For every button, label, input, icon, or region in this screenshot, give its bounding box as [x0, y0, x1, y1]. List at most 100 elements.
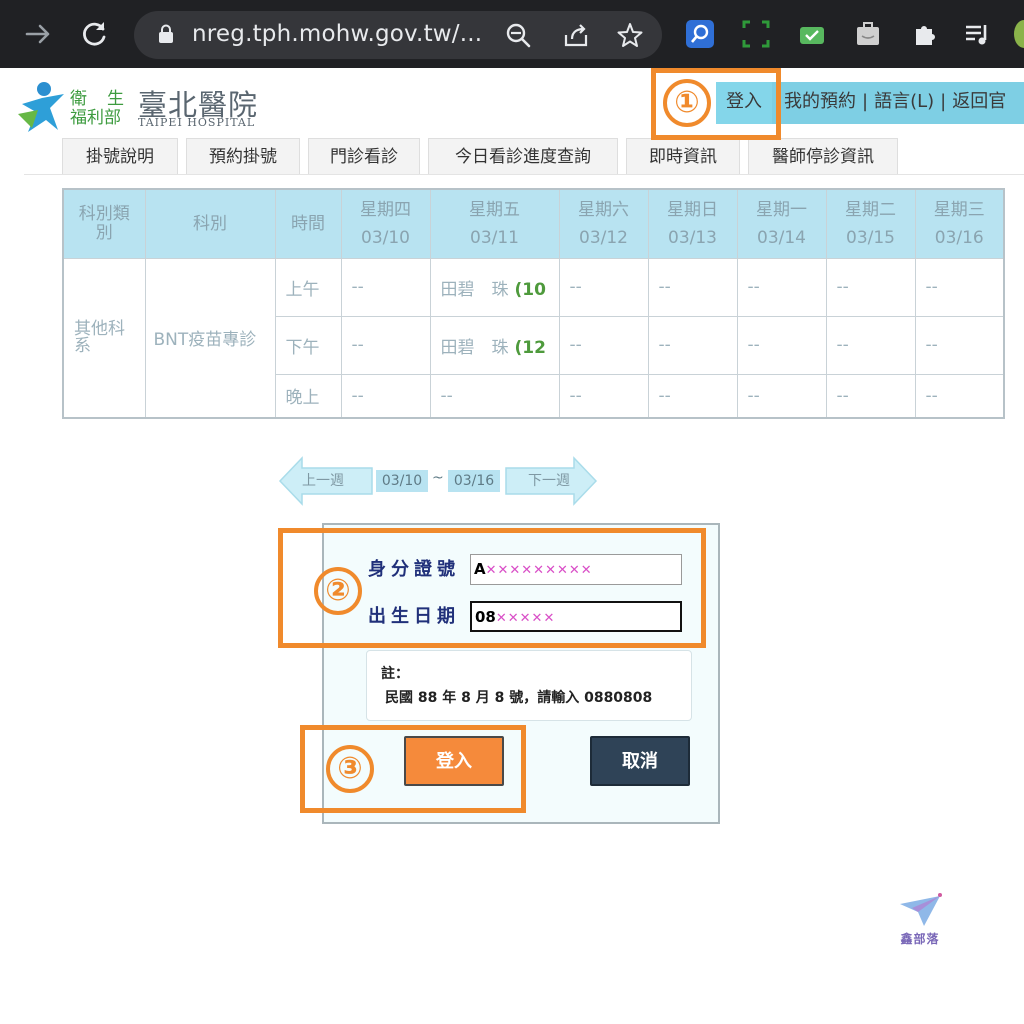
header-day: 星期三 03/16 [914, 188, 1005, 259]
date: 03/14 [757, 227, 806, 248]
date: 03/15 [846, 227, 895, 248]
appointment-number: (10 [514, 279, 546, 300]
weekday: 星期日 [667, 199, 718, 220]
back-official-link[interactable]: 返回官 [952, 91, 1006, 112]
slot-cell: -- [647, 257, 738, 317]
zoom-icon[interactable] [504, 21, 532, 49]
category-cell: 其他科系 [62, 257, 146, 419]
slot-cell: -- [914, 315, 1005, 375]
reload-icon[interactable] [74, 14, 114, 54]
hospital-logo[interactable]: 衛生 福利部 臺北醫院 TAIPEI HOSPITAL [14, 80, 264, 134]
mail-check-extension-icon[interactable] [798, 20, 826, 48]
briefcase-extension-icon[interactable] [854, 20, 882, 48]
time-cell: 晚上 [274, 373, 342, 419]
appointment-number: (12 [514, 337, 546, 358]
annotation-marker-2: ② [314, 567, 362, 615]
header-day: 星期一 03/14 [736, 188, 827, 259]
share-icon[interactable] [562, 21, 590, 49]
next-week-button[interactable]: 下一週 [528, 470, 570, 490]
week-end-date: 03/16 [448, 470, 500, 492]
weekday: 星期一 [756, 199, 807, 220]
department-cell: BNT疫苗專診 [144, 257, 276, 419]
profile-avatar[interactable] [1014, 20, 1024, 48]
week-range-tilde: ~ [432, 470, 444, 486]
slot-cell: -- [340, 257, 431, 317]
search-extension-icon[interactable] [686, 20, 714, 48]
logo-figure-icon [18, 82, 64, 132]
annotation-marker-1: ① [663, 79, 711, 127]
week-start-date: 03/10 [376, 470, 428, 492]
slot-cell: -- [825, 315, 916, 375]
header-divider [24, 174, 1024, 175]
weekday: 星期六 [578, 199, 629, 220]
header-category-text: 科別類別 [78, 203, 130, 243]
tab-registration-info[interactable]: 掛號說明 [62, 138, 178, 174]
date: 03/11 [470, 227, 519, 248]
note-text: 民國 88 年 8 月 8 號，請輸入 0880808 [385, 690, 653, 706]
date: 03/16 [934, 227, 984, 248]
slot-cell: -- [914, 257, 1005, 317]
ministry-line2: 福利部 [70, 108, 121, 128]
puzzle-extensions-icon[interactable] [910, 20, 938, 48]
slot-cell: -- [825, 373, 916, 419]
media-queue-icon[interactable] [964, 20, 992, 48]
slot-cell: -- [558, 257, 649, 317]
slot-cell: -- [340, 315, 431, 375]
tab-appointment[interactable]: 預約掛號 [186, 138, 300, 174]
forward-arrow-icon[interactable] [18, 14, 58, 54]
ministry-line1: 衛生 [70, 89, 144, 109]
screenshot-extension-icon[interactable] [742, 20, 770, 48]
annotation-marker-3: ③ [326, 745, 374, 793]
prev-week-button[interactable]: 上一週 [302, 470, 344, 490]
slot-cell: -- [647, 373, 738, 419]
tab-progress-query[interactable]: 今日看診進度查詢 [428, 138, 618, 174]
date: 03/13 [668, 227, 717, 248]
address-bar[interactable]: nreg.tph.mohw.gov.tw/... [134, 11, 662, 59]
slot-cell: -- [914, 373, 1005, 419]
paper-plane-icon [900, 893, 942, 926]
url-text: nreg.tph.mohw.gov.tw/... [192, 21, 483, 47]
category-text: 其他科系 [74, 318, 125, 356]
schedule-table: 科別類別 科別 時間 星期四 03/10 星期五 03/11 星期六 03/12 星期… [62, 188, 1005, 419]
week-navigator: 上一週 03/10 ~ 03/16 下一週 [278, 456, 598, 506]
header-day: 星期日 03/13 [647, 188, 738, 259]
slot-cell: -- [736, 373, 827, 419]
slot-cell-doctor[interactable]: 田碧 珠 (12 [429, 315, 560, 375]
cancel-button[interactable]: 取消 [590, 736, 690, 786]
weekday: 星期三 [933, 199, 985, 220]
header-time: 時間 [274, 188, 342, 259]
slot-cell: -- [340, 373, 431, 419]
slot-cell: -- [558, 373, 649, 419]
my-booking-link[interactable]: 我的預約 [784, 91, 856, 112]
watermark-logo: 鑫部落 [888, 890, 952, 950]
weekday: 星期二 [845, 199, 896, 220]
slot-cell: -- [825, 257, 916, 317]
time-cell: 下午 [274, 315, 342, 375]
doctor-name[interactable]: 田碧 珠 [441, 338, 509, 358]
slot-cell: -- [736, 257, 827, 317]
slot-cell: -- [558, 315, 649, 375]
slot-cell-doctor[interactable]: 田碧 珠 (10 [429, 257, 560, 317]
hospital-english-name: TAIPEI HOSPITAL [138, 116, 256, 129]
weekday: 星期五 [469, 199, 520, 220]
date: 03/12 [579, 227, 628, 248]
language-link[interactable]: 語言(L) [874, 91, 934, 112]
ministry-name: 衛生 福利部 [70, 90, 144, 128]
header-category: 科別類別 [62, 188, 146, 259]
browser-toolbar: nreg.tph.mohw.gov.tw/... [0, 0, 1024, 68]
tab-clinic[interactable]: 門診看診 [308, 138, 420, 174]
slot-cell: -- [429, 373, 560, 419]
link-separator: | [862, 91, 869, 112]
date: 03/10 [361, 227, 410, 248]
header-day: 星期四 03/10 [340, 188, 431, 259]
slot-cell: -- [736, 315, 827, 375]
table-row: 其他科系 BNT疫苗專診 上午 -- 田碧 珠 (10 -- -- -- -- -… [62, 257, 1005, 419]
header-day: 星期五 03/11 [429, 188, 560, 259]
bookmark-star-icon[interactable] [616, 21, 644, 49]
note-title: 註： [381, 666, 409, 682]
tab-realtime-info[interactable]: 即時資訊 [626, 138, 740, 174]
header-day: 星期六 03/12 [558, 188, 649, 259]
tab-doctor-suspension[interactable]: 醫師停診資訊 [748, 138, 898, 174]
slot-cell: -- [647, 315, 738, 375]
doctor-name[interactable]: 田碧 珠 [441, 280, 509, 300]
